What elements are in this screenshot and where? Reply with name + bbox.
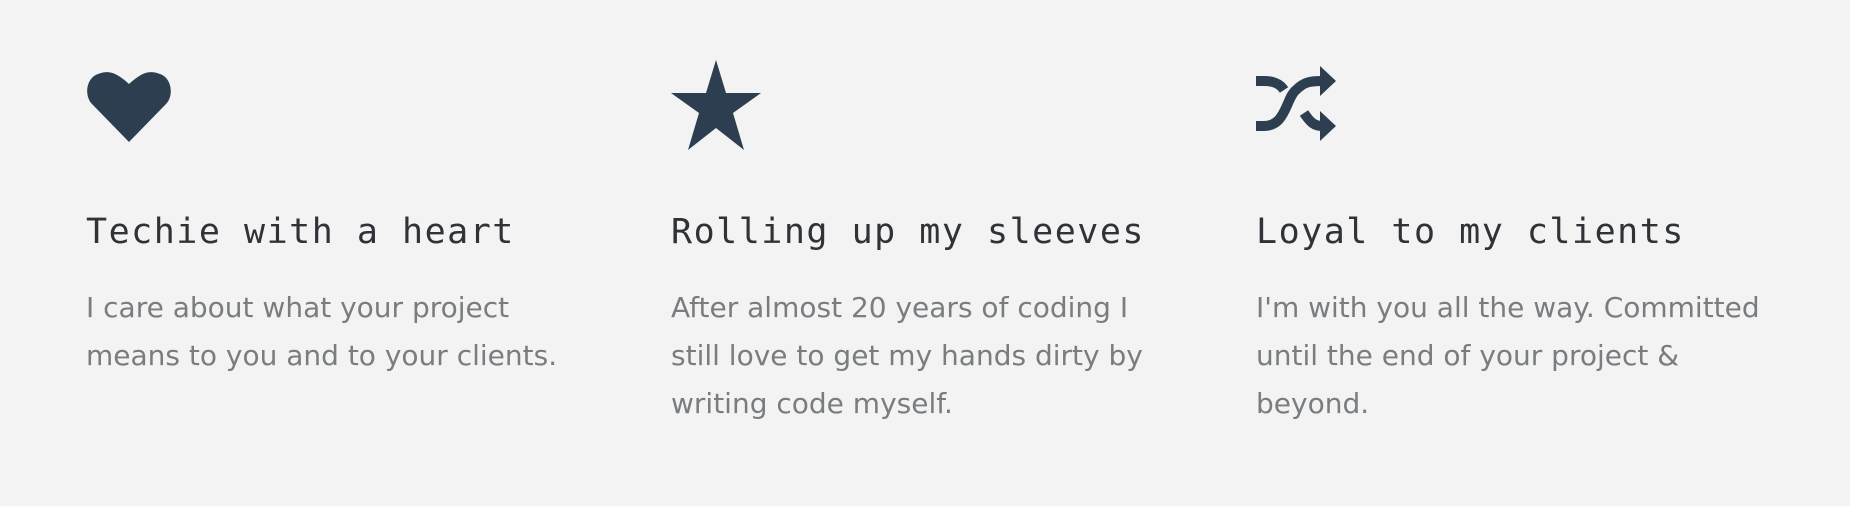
feature-card-shuffle: Loyal to my clients I'm with you all the… [1256,58,1776,420]
heart-icon [86,58,180,152]
feature-title: Techie with a heart [86,212,515,252]
feature-title: Loyal to my clients [1256,212,1685,252]
feature-card-heart: Techie with a heart I care about what yo… [86,58,606,372]
feature-title: Rolling up my sleeves [671,212,1146,252]
feature-description: I care about what your project means to … [86,291,558,372]
feature-description: After almost 20 years of coding I still … [671,291,1143,420]
star-icon [671,58,765,152]
shuffle-icon [1256,58,1350,152]
feature-card-star: Rolling up my sleeves After almost 20 ye… [671,58,1191,420]
feature-description: I'm with you all the way. Committed unti… [1256,291,1760,420]
features-section: Techie with a heart I care about what yo… [0,0,1850,506]
